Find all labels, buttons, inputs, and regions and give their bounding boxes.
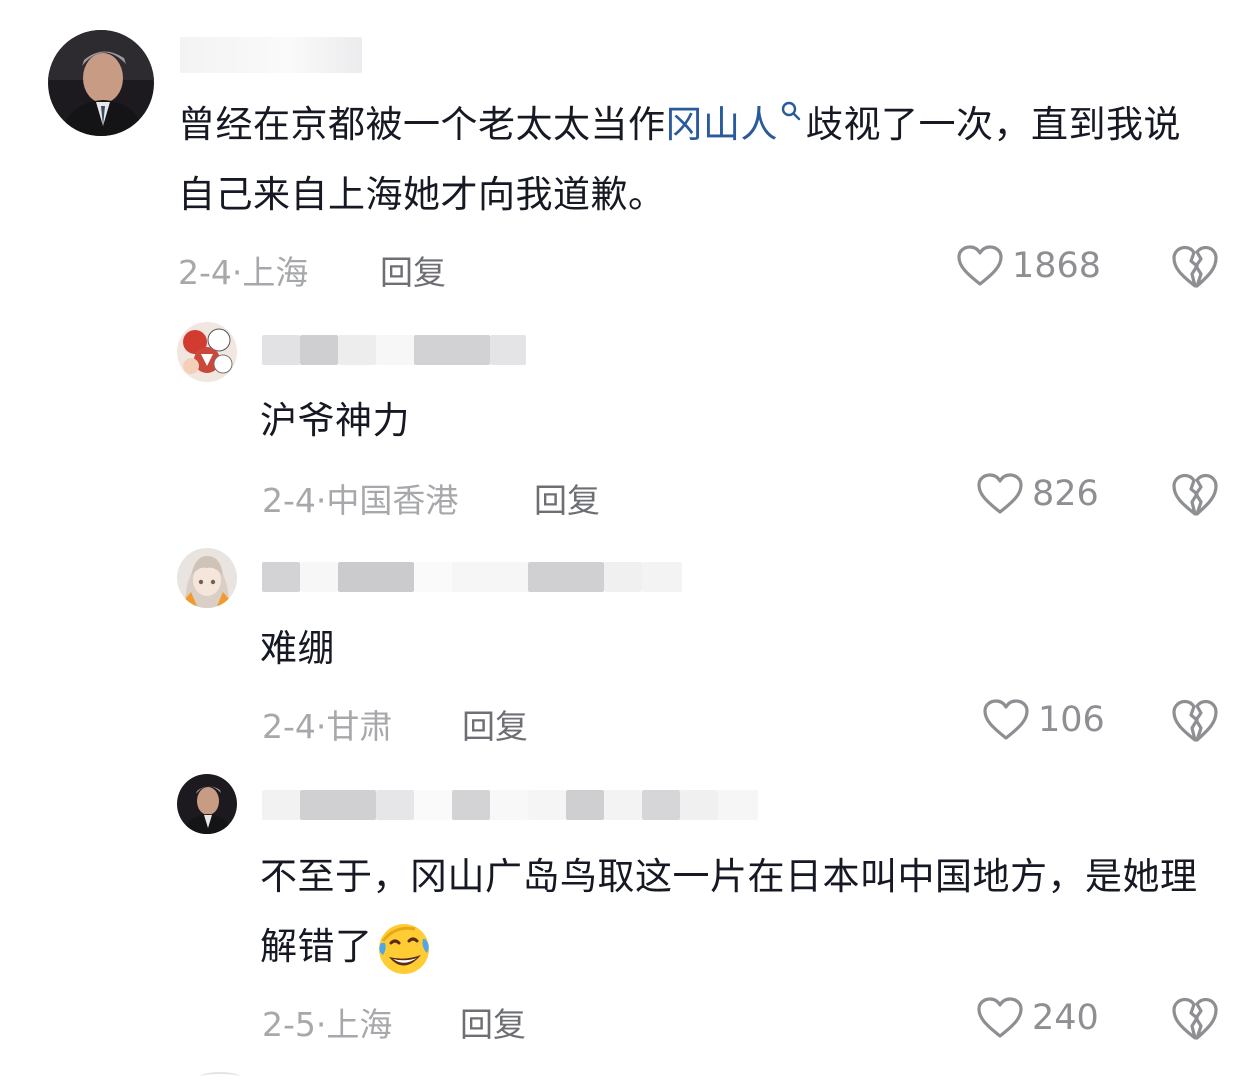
like-button[interactable]: 826 [976, 472, 1099, 516]
comment-text: 难绷 [260, 627, 335, 670]
like-count: 1868 [1012, 246, 1102, 286]
comment-text: 曾经在京都被一个老太太当作冈山人 歧视了一次，直到我说自己来自上海她才向我道歉。 [178, 90, 1218, 230]
avatar[interactable] [177, 322, 237, 382]
like-button[interactable]: 106 [982, 698, 1105, 742]
comment-text: 沪爷神力 [260, 399, 410, 442]
man-in-suit-icon [177, 774, 237, 834]
comment-text: 不至于，冈山广岛鸟取这一片在日本叫中国地方，是她理解错了 [260, 842, 1220, 982]
heart-icon [977, 473, 1023, 514]
man-in-suit-icon [48, 30, 154, 136]
like-count: 106 [1038, 700, 1105, 740]
dislike-button[interactable] [1170, 472, 1220, 522]
rolling-laughing-emoji-icon [378, 923, 429, 974]
comment-date-location: 2-5·上海 [262, 1005, 393, 1044]
like-count: 826 [1032, 474, 1099, 514]
username[interactable] [262, 560, 682, 594]
comment-date-location: 2-4·中国香港 [262, 481, 459, 520]
like-button[interactable]: 1868 [956, 244, 1101, 288]
avatar[interactable] [177, 548, 237, 608]
reply-button[interactable]: 回复 [380, 246, 446, 294]
next-avatar-edge [200, 1072, 240, 1082]
heart-icon [983, 699, 1029, 740]
username[interactable] [262, 333, 526, 367]
anime-collage-icon [177, 322, 237, 382]
dislike-button[interactable] [1170, 698, 1220, 748]
heart-icon [957, 245, 1003, 286]
reply-button[interactable]: 回复 [462, 700, 528, 748]
broken-heart-icon [1172, 997, 1218, 1040]
heart-icon [977, 997, 1023, 1038]
comment-text-before: 曾经在京都被一个老太太当作 [178, 103, 666, 146]
broken-heart-icon [1172, 245, 1218, 288]
like-count: 240 [1032, 998, 1099, 1038]
broken-heart-icon [1172, 699, 1218, 742]
avatar[interactable] [177, 774, 237, 834]
reply-button[interactable]: 回复 [534, 474, 600, 522]
username[interactable] [262, 788, 758, 822]
search-icon[interactable] [780, 100, 802, 122]
search-keyword-link[interactable]: 冈山人 [666, 103, 779, 146]
dislike-button[interactable] [1170, 996, 1220, 1046]
broken-heart-icon [1172, 473, 1218, 516]
comment-date-location: 2-4·上海 [178, 253, 309, 292]
like-button[interactable]: 240 [976, 996, 1099, 1040]
reply-button[interactable]: 回复 [460, 998, 526, 1046]
avatar[interactable] [48, 30, 154, 136]
username[interactable] [180, 37, 362, 73]
anime-girl-icon [177, 548, 237, 608]
comment-date-location: 2-4·甘肃 [262, 707, 393, 746]
dislike-button[interactable] [1170, 244, 1220, 294]
